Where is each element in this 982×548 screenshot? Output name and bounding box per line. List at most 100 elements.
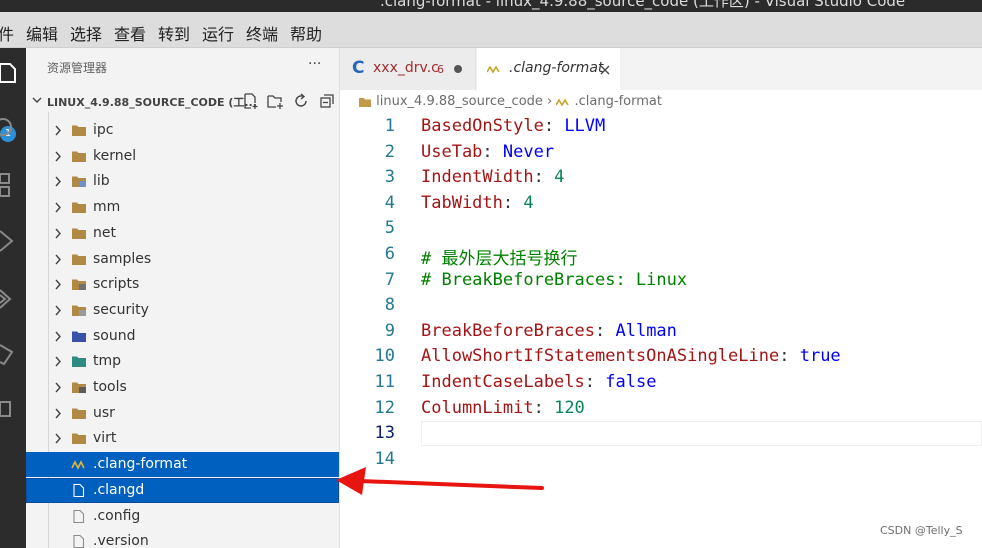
line-number: 2 [384,141,395,162]
chevron-right-icon [55,382,61,393]
workspace-label: LINUX_4.9.88_SOURCE_CODE (工... [47,96,257,109]
refresh-icon[interactable] [292,92,310,110]
tree-item-label: lib [93,173,110,190]
yaml-value: false [605,372,657,392]
unsaved-dot-icon[interactable] [454,65,462,73]
new-folder-icon[interactable] [266,92,284,110]
chevron-right-icon [55,228,61,239]
tree-item-label: security [93,301,149,318]
menu-help[interactable]: 帮助 [290,21,322,45]
code-line[interactable]: 5 [340,216,982,242]
yaml-value: Allman [615,320,677,341]
code-line[interactable]: 3 IndentWidth: 4 [340,165,982,191]
yaml-key: ColumnLimit [421,397,534,418]
code-line[interactable]: 6 # 最外层大括号换行 [340,242,982,269]
tree-file-item[interactable]: .version [26,529,339,548]
menu-terminal[interactable]: 终端 [246,21,278,45]
chat-icon[interactable] [0,398,24,424]
close-icon[interactable] [600,65,610,75]
line-text: UseTab: Never [421,142,554,162]
tab-clang-format[interactable]: .clang-format [477,48,620,90]
menu-selection[interactable]: 选择 [70,21,102,45]
chevron-right-icon [55,433,61,444]
breadcrumb-folder[interactable]: linux_4.9.88_source_code [376,94,543,109]
tree-file-item[interactable]: .clang-format [26,452,339,478]
workspace-section-header[interactable]: LINUX_4.9.88_SOURCE_CODE (工... [26,90,339,112]
folder-temp-icon [72,356,86,368]
folder-icon [72,125,86,136]
new-file-icon[interactable] [242,92,260,110]
run-debug-icon[interactable] [0,228,24,254]
menu-file[interactable]: 件 [0,21,14,45]
code-line[interactable]: 7 # BreakBeforeBraces: Linux [340,268,982,294]
more-actions-icon[interactable]: ··· [308,56,321,72]
yaml-key: AllowShortIfStatementsOnASingleLine [421,346,780,367]
code-line[interactable]: 11 IndentCaseLabels: false [340,370,982,396]
tree-folder-item[interactable]: ipc [26,118,339,143]
title-bar: .clang-format - linux_4.9.88_source_code… [0,0,982,12]
tree-item-label: sound [93,327,136,344]
tab-xxx-drv-c[interactable]: C xxx_drv.c 6 [340,48,476,90]
tree-folder-item[interactable]: virt [26,426,339,451]
yaml-value: LLVM [564,116,606,136]
chevron-right-icon [55,305,61,316]
line-text: BreakBeforeBraces: Allman [421,321,677,341]
extensions-icon[interactable] [0,286,24,312]
tree-folder-item[interactable]: tools [26,375,339,400]
tree-folder-item[interactable]: mm [26,195,339,220]
tree-item-label: mm [93,199,121,216]
problems-count: 6 [437,63,444,76]
code-line[interactable]: 9 BreakBeforeBraces: Allman [340,319,982,345]
breadcrumb-file[interactable]: .clang-format [575,94,662,109]
explorer-icon[interactable] [0,60,24,86]
tree-file-item[interactable]: .clangd [26,477,339,503]
tree-folder-item[interactable]: lib [26,169,339,194]
folder-lib-icon [72,176,86,188]
tab-bar: C xxx_drv.c 6 .clang-format [340,48,982,90]
tree-folder-item[interactable]: sound [26,324,339,349]
tree-item-label: samples [93,250,152,267]
search-icon[interactable] [0,114,24,140]
yaml-value: Never [502,141,555,162]
menu-go[interactable]: 转到 [158,21,190,45]
remote-explorer-icon[interactable] [0,342,24,368]
tree-item-label: tools [93,379,127,395]
tree-item-label: net [93,224,116,241]
menu-bar: 件 编辑 选择 查看 转到 运行 终端 帮助 [0,12,982,48]
tree-item-label: tmp [93,353,122,370]
folder-icon [72,202,86,214]
breadcrumb-separator-icon: › [547,94,557,109]
menu-run[interactable]: 运行 [202,21,234,45]
code-line[interactable]: 4 TabWidth: 4 [340,191,982,217]
collapse-all-icon[interactable] [318,92,336,110]
tree-folder-item[interactable]: samples [26,247,339,272]
folder-icon [72,228,86,239]
line-number: 3 [384,167,395,188]
tree-folder-item[interactable]: usr [26,401,339,426]
chevron-right-icon [55,125,61,136]
chevron-right-icon [55,279,61,290]
tree-folder-item[interactable]: scripts [26,272,339,297]
code-line[interactable]: 1 BasedOnStyle: LLVM [340,114,982,140]
source-control-icon[interactable] [0,172,24,198]
yaml-separator: : [584,372,606,392]
yaml-value: true [799,346,841,367]
file-icon [73,509,85,523]
tree-folder-item[interactable]: security [26,298,339,323]
code-line[interactable]: 2 UseTab: Never [340,140,982,166]
menu-edit[interactable]: 编辑 [26,21,58,45]
tree-folder-item[interactable]: kernel [26,144,339,169]
tree-file-item[interactable]: .config [26,504,339,529]
folder-icon [72,254,86,265]
tree-folder-item[interactable]: tmp [26,349,339,374]
current-line-highlight [421,421,982,447]
code-line[interactable]: 13 [340,421,982,447]
code-line[interactable]: 12 ColumnLimit: 120 [340,396,982,422]
chevron-right-icon [55,254,61,264]
yaml-value: 4 [554,167,565,188]
code-line[interactable]: 10 AllowShortIfStatementsOnASingleLine: t… [340,344,982,370]
tree-folder-item[interactable]: net [26,221,339,246]
code-line[interactable]: 8 [340,293,982,319]
menu-view[interactable]: 查看 [114,21,146,45]
line-number: 4 [384,192,395,213]
